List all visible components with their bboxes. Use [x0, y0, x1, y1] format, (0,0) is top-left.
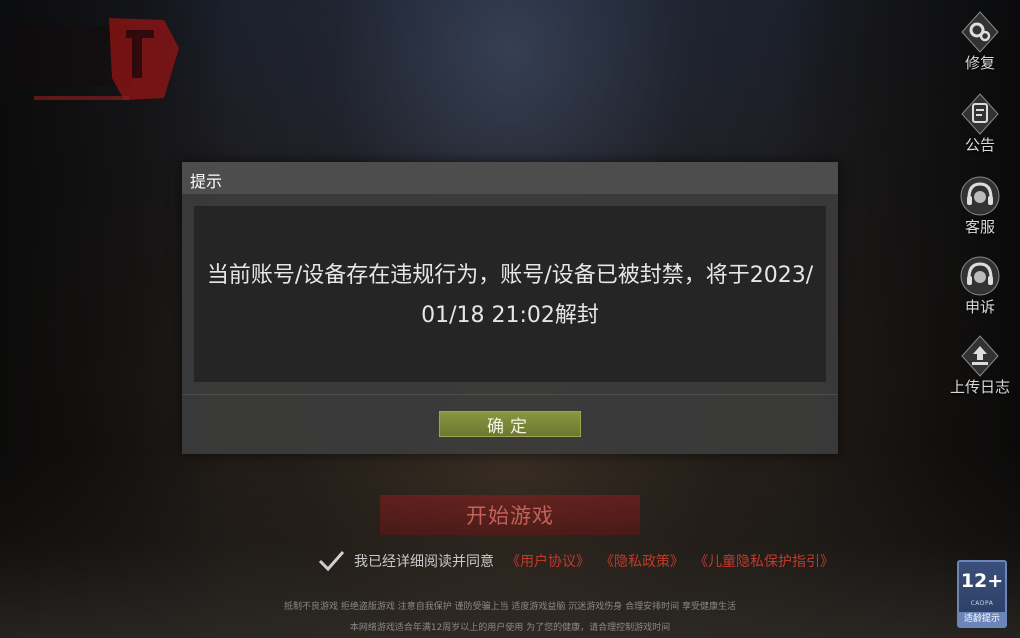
user-agreement-link[interactable]: 《用户协议》 — [506, 551, 590, 571]
repair-button[interactable]: 修复 — [940, 10, 1020, 80]
notice-icon — [961, 93, 999, 135]
dialog-header: 提示 — [182, 162, 838, 194]
upload-log-button[interactable]: 上传日志 — [940, 334, 1020, 404]
age-rating-tip: 适龄提示 — [959, 612, 1005, 626]
dialog-message: 当前账号/设备存在违规行为，账号/设备已被封禁，将于2023/01/18 21:… — [206, 263, 814, 328]
health-notice-line1: 抵制不良游戏 拒绝盗版游戏 注意自我保护 谨防受骗上当 适度游戏益脑 沉迷游戏伤… — [283, 602, 737, 612]
game-logo — [14, 18, 179, 100]
confirm-button[interactable]: 确定 — [439, 411, 581, 437]
notice-label: 公告 — [964, 136, 995, 154]
appeal-label: 申诉 — [964, 298, 995, 316]
repair-label: 修复 — [964, 54, 995, 72]
health-notice-line2: 本网络游戏适合年满12周岁以上的用户使用 为了您的健康，请合理控制游戏时间 — [349, 623, 671, 633]
dialog-body: 当前账号/设备存在违规行为，账号/设备已被封禁，将于2023/01/18 21:… — [194, 206, 826, 382]
age-rating-org: CADPA — [970, 600, 994, 607]
game-launch-screen: 修复 公告 客服 申诉 上传日志 开始游戏 我已经详细阅读并同意 《用户协议》 … — [0, 0, 1020, 638]
agreement-row: 我已经详细阅读并同意 《用户协议》 《隐私政策》 《儿童隐私保护指引》 — [316, 548, 834, 574]
notice-button[interactable]: 公告 — [940, 92, 1020, 162]
start-game-button[interactable]: 开始游戏 — [380, 495, 640, 535]
privacy-policy-link[interactable]: 《隐私政策》 — [600, 551, 684, 571]
agreement-checkbox[interactable] — [316, 548, 346, 574]
upload-log-label: 上传日志 — [949, 378, 1010, 396]
appeal-button[interactable]: 申诉 — [940, 254, 1020, 324]
dialog-divider — [182, 394, 838, 395]
headset-appeal-icon — [960, 256, 1000, 296]
age-rating-number: 12+ — [960, 570, 1004, 592]
gear-repair-icon — [961, 11, 999, 53]
child-privacy-link[interactable]: 《儿童隐私保护指引》 — [694, 551, 834, 571]
upload-icon — [961, 335, 999, 377]
agreement-text: 我已经详细阅读并同意 — [354, 554, 494, 570]
customer-service-label: 客服 — [964, 218, 995, 236]
dialog-title: 提示 — [190, 172, 223, 191]
age-rating-badge[interactable]: 12+ CADPA 适龄提示 — [957, 560, 1007, 628]
customer-service-button[interactable]: 客服 — [940, 174, 1020, 244]
headset-icon — [960, 176, 1000, 216]
ban-notice-dialog: 提示 当前账号/设备存在违规行为，账号/设备已被封禁，将于2023/01/18 … — [182, 162, 838, 454]
